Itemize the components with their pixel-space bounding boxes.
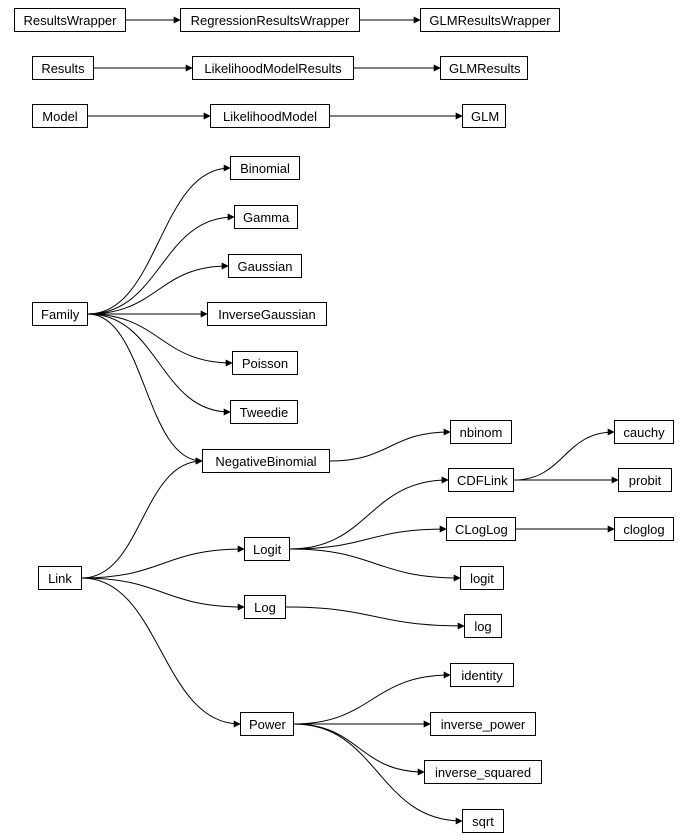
node-gaussian: Gaussian <box>228 254 302 278</box>
edge-logit-to-cloglog <box>290 529 446 549</box>
node-link: Link <box>38 566 82 590</box>
node-glmresults: GLMResults <box>440 56 528 80</box>
node-results: Results <box>32 56 94 80</box>
diagram-canvas: ResultsWrapper RegressionResultsWrapper GL… <box>0 0 695 837</box>
edge-power-to-identity <box>294 675 450 724</box>
edge-link-to-logit <box>82 549 244 578</box>
edge-link-to-log <box>82 578 244 607</box>
node-glmresultswrapper: GLMResultsWrapper <box>420 8 560 32</box>
node-likelihoodmodel: LikelihoodModel <box>210 104 330 128</box>
node-logit: Logit <box>244 537 290 561</box>
node-poisson: Poisson <box>232 351 298 375</box>
node-resultswrapper: ResultsWrapper <box>14 8 126 32</box>
edge-power-to-inverse_squared <box>294 724 424 772</box>
node-log: log <box>464 614 502 638</box>
node-identity: identity <box>450 663 514 687</box>
node-negativebinomial: NegativeBinomial <box>202 449 330 473</box>
edge-family-to-gamma <box>88 217 234 314</box>
node-sqrt: sqrt <box>462 809 504 833</box>
node-inversegaussian: InverseGaussian <box>207 302 327 326</box>
node-gamma: Gamma <box>234 205 298 229</box>
edge-link-to-power <box>82 578 240 724</box>
edge-cdflink-to-cauchy <box>514 432 614 480</box>
node-tweedie: Tweedie <box>230 400 298 424</box>
edge-family-to-tweedie <box>88 314 230 412</box>
node-inverse_squared: inverse_squared <box>424 760 542 784</box>
node-logit: logit <box>460 566 504 590</box>
edge-family-to-binomial <box>88 168 230 314</box>
edge-negativebinomial-to-nbinom <box>330 432 450 461</box>
node-cdflink: CDFLink <box>448 468 514 492</box>
edges-layer <box>0 0 695 837</box>
node-regressionresultswrapper: RegressionResultsWrapper <box>180 8 360 32</box>
node-nbinom: nbinom <box>450 420 512 444</box>
node-likelihoodmodelresults: LikelihoodModelResults <box>192 56 354 80</box>
edge-link-to-negativebinomial <box>82 461 202 578</box>
node-cloglog: cloglog <box>614 517 674 541</box>
edge-logit-to-cdflink <box>290 480 448 549</box>
node-family: Family <box>32 302 88 326</box>
node-cloglog: CLogLog <box>446 517 516 541</box>
node-glm: GLM <box>462 104 506 128</box>
node-log: Log <box>244 595 286 619</box>
node-model: Model <box>32 104 88 128</box>
node-inverse_power: inverse_power <box>430 712 536 736</box>
node-binomial: Binomial <box>230 156 300 180</box>
edge-family-to-negativebinomial <box>88 314 202 461</box>
edge-log-to-log <box>286 607 464 626</box>
node-power: Power <box>240 712 294 736</box>
edge-logit-to-logit <box>290 549 460 578</box>
node-cauchy: cauchy <box>614 420 674 444</box>
node-probit: probit <box>618 468 672 492</box>
